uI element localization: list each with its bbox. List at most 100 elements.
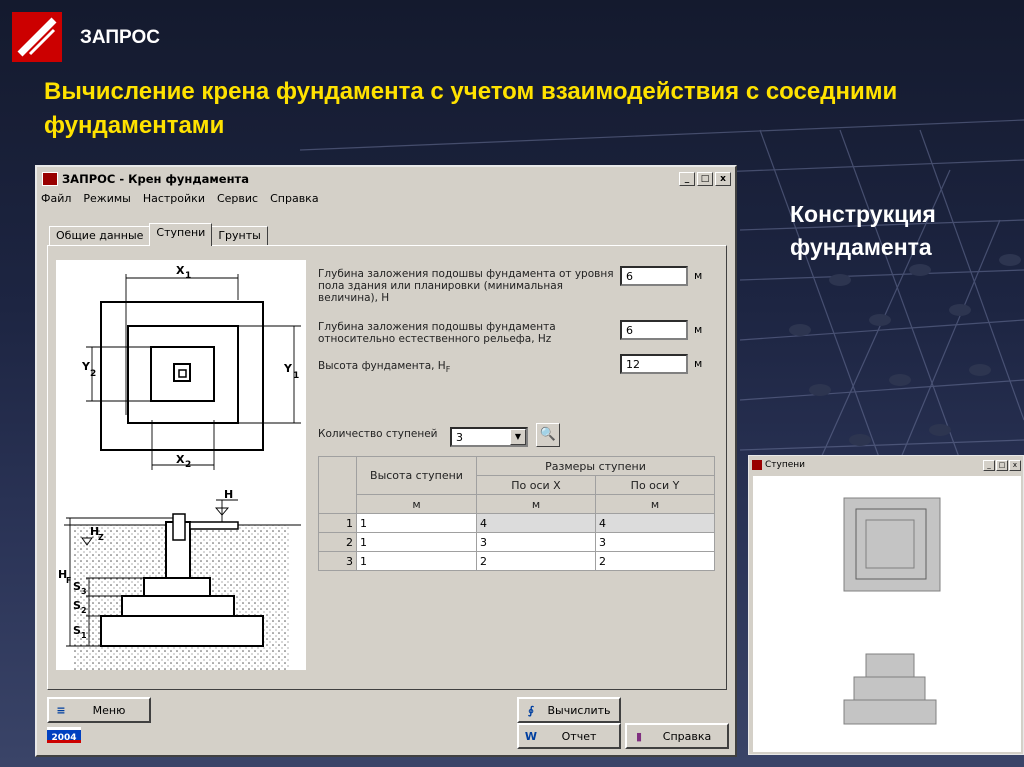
slide-tag: ЗАПРОС bbox=[80, 27, 160, 48]
steps-window-title-bar[interactable]: Ступени _ □ x bbox=[749, 456, 1023, 474]
steps-preview-svg bbox=[843, 497, 941, 725]
steps-close-button[interactable]: x bbox=[1009, 459, 1021, 471]
close-button[interactable]: x bbox=[715, 172, 731, 186]
calculate-button[interactable]: ∮ Вычислить bbox=[517, 697, 621, 723]
label-s3: S bbox=[73, 580, 81, 593]
side-caption: Конструкция фундамента bbox=[790, 198, 936, 264]
label-s2-sub: 2 bbox=[81, 606, 87, 615]
steps-count-label: Количество ступеней bbox=[318, 428, 438, 440]
app-logo bbox=[12, 12, 62, 62]
menu-icon: ≡ bbox=[56, 703, 66, 717]
steps-table: Высота ступени Размеры ступени По оси X … bbox=[318, 456, 715, 571]
row-number: 3 bbox=[318, 551, 357, 571]
tab-strip: Общие данные Ступени Грунты bbox=[49, 223, 268, 246]
table-row[interactable]: 2 1 3 3 bbox=[318, 532, 715, 552]
table-row[interactable]: 3 1 2 2 bbox=[318, 551, 715, 571]
steps-window-icon bbox=[752, 460, 762, 470]
menu-button[interactable]: ≡ Меню bbox=[47, 697, 151, 723]
tab-steps[interactable]: Ступени bbox=[149, 223, 213, 246]
height-hf-input[interactable]: 12 bbox=[620, 354, 688, 374]
help-button[interactable]: ▮ Справка bbox=[625, 723, 729, 749]
report-button[interactable]: W Отчет bbox=[517, 723, 621, 749]
label-x1: X bbox=[176, 264, 185, 277]
label-y1-sub: 1 bbox=[293, 371, 299, 381]
label-s1-sub: 1 bbox=[81, 631, 87, 640]
unit-y-header: м bbox=[595, 494, 715, 514]
menu-file[interactable]: Файл bbox=[41, 192, 71, 205]
chevron-down-icon[interactable]: ▼ bbox=[510, 429, 526, 445]
plan-step-3 bbox=[150, 346, 215, 402]
section-step-1 bbox=[100, 615, 264, 647]
book-icon: ▮ bbox=[635, 729, 643, 743]
magnifier-icon: 🔍 bbox=[539, 427, 557, 442]
foundation-drawing-svg: X 1 X 2 Y 2 Y 1 H H Z H F S 3 S 2 S 1 bbox=[58, 264, 301, 670]
plan-step-2 bbox=[127, 325, 239, 424]
height-cell[interactable]: 1 bbox=[356, 513, 477, 533]
tab-soils[interactable]: Грунты bbox=[211, 226, 268, 246]
depth-hz-label-line2: относительно естественного рельефа, Hz bbox=[318, 333, 552, 345]
depth-h-unit: м bbox=[694, 269, 703, 282]
report-button-label: Отчет bbox=[561, 729, 597, 743]
steps-count-select[interactable]: 3 ▼ bbox=[450, 427, 528, 447]
report-icon: W bbox=[524, 729, 538, 743]
col-x-header: По оси X bbox=[476, 475, 596, 495]
help-button-label: Справка bbox=[662, 729, 712, 743]
main-window: ЗАПРОС - Крен фундамента _ □ x Файл Режи… bbox=[35, 165, 737, 757]
section-step-3 bbox=[143, 577, 211, 597]
depth-hz-unit: м bbox=[694, 323, 703, 336]
size-x-cell[interactable]: 4 bbox=[476, 513, 596, 533]
minimize-button[interactable]: _ bbox=[679, 172, 695, 186]
slide-title: Вычисление крена фундамента с учетом вза… bbox=[44, 78, 898, 139]
label-s3-sub: 3 bbox=[81, 587, 87, 596]
height-cell[interactable]: 1 bbox=[356, 551, 477, 571]
steps-maximize-button[interactable]: □ bbox=[996, 459, 1008, 471]
label-hz-sub: Z bbox=[98, 533, 104, 542]
label-x2: X bbox=[176, 453, 185, 466]
calculate-button-label: Вычислить bbox=[547, 703, 611, 717]
height-cell[interactable]: 1 bbox=[356, 532, 477, 552]
label-s1: S bbox=[73, 624, 81, 637]
calculate-icon: ∮ bbox=[527, 703, 535, 717]
preview-button[interactable]: 🔍 bbox=[536, 423, 560, 447]
table-row[interactable]: 1 1 4 4 bbox=[318, 513, 715, 533]
depth-hz-input[interactable]: 6 bbox=[620, 320, 688, 340]
tab-general[interactable]: Общие данные bbox=[49, 226, 151, 246]
label-y1: Y bbox=[283, 362, 293, 375]
section-step-2 bbox=[121, 595, 235, 617]
plan-column bbox=[173, 363, 191, 382]
title-bar[interactable]: ЗАПРОС - Крен фундамента _ □ x bbox=[39, 169, 733, 189]
menu-service[interactable]: Сервис bbox=[217, 192, 258, 205]
app-icon bbox=[42, 172, 58, 186]
row-number: 1 bbox=[318, 513, 357, 533]
depth-h-label-line1: Глубина заложения подошвы фундамента от … bbox=[318, 268, 614, 280]
menu-help[interactable]: Справка bbox=[270, 192, 318, 205]
label-x2-sub: 2 bbox=[185, 460, 191, 470]
menu-button-label: Меню bbox=[92, 703, 126, 717]
col-height-header: Высота ступени bbox=[356, 456, 477, 495]
foundation-drawing: X 1 X 2 Y 2 Y 1 H H Z H F S 3 S 2 S 1 bbox=[56, 260, 306, 670]
year-badge: 2004 bbox=[47, 727, 81, 743]
side-caption-line1: Конструкция bbox=[790, 201, 936, 227]
label-s2: S bbox=[73, 599, 81, 612]
logo-icon bbox=[14, 14, 60, 60]
steps-preview-window: Ступени _ □ x bbox=[748, 455, 1024, 755]
preview-section-step-1 bbox=[843, 699, 937, 725]
maximize-button[interactable]: □ bbox=[697, 172, 713, 186]
size-y-cell[interactable]: 3 bbox=[595, 532, 715, 552]
menu-modes[interactable]: Режимы bbox=[83, 192, 130, 205]
depth-hz-label-line1: Глубина заложения подошвы фундамента bbox=[318, 321, 556, 333]
row-number: 2 bbox=[318, 532, 357, 552]
size-y-cell[interactable]: 4 bbox=[595, 513, 715, 533]
size-x-cell[interactable]: 2 bbox=[476, 551, 596, 571]
height-hf-unit: м bbox=[694, 357, 703, 370]
steps-minimize-button[interactable]: _ bbox=[983, 459, 995, 471]
size-y-cell[interactable]: 2 bbox=[595, 551, 715, 571]
unit-h-header: м bbox=[356, 494, 477, 514]
menu-settings[interactable]: Настройки bbox=[143, 192, 205, 205]
size-x-cell[interactable]: 3 bbox=[476, 532, 596, 552]
unit-x-header: м bbox=[476, 494, 596, 514]
depth-h-input[interactable]: 6 bbox=[620, 266, 688, 286]
label-h: H bbox=[224, 488, 233, 501]
preview-section-step-2 bbox=[853, 676, 926, 701]
preview-section-step-3 bbox=[865, 653, 915, 678]
